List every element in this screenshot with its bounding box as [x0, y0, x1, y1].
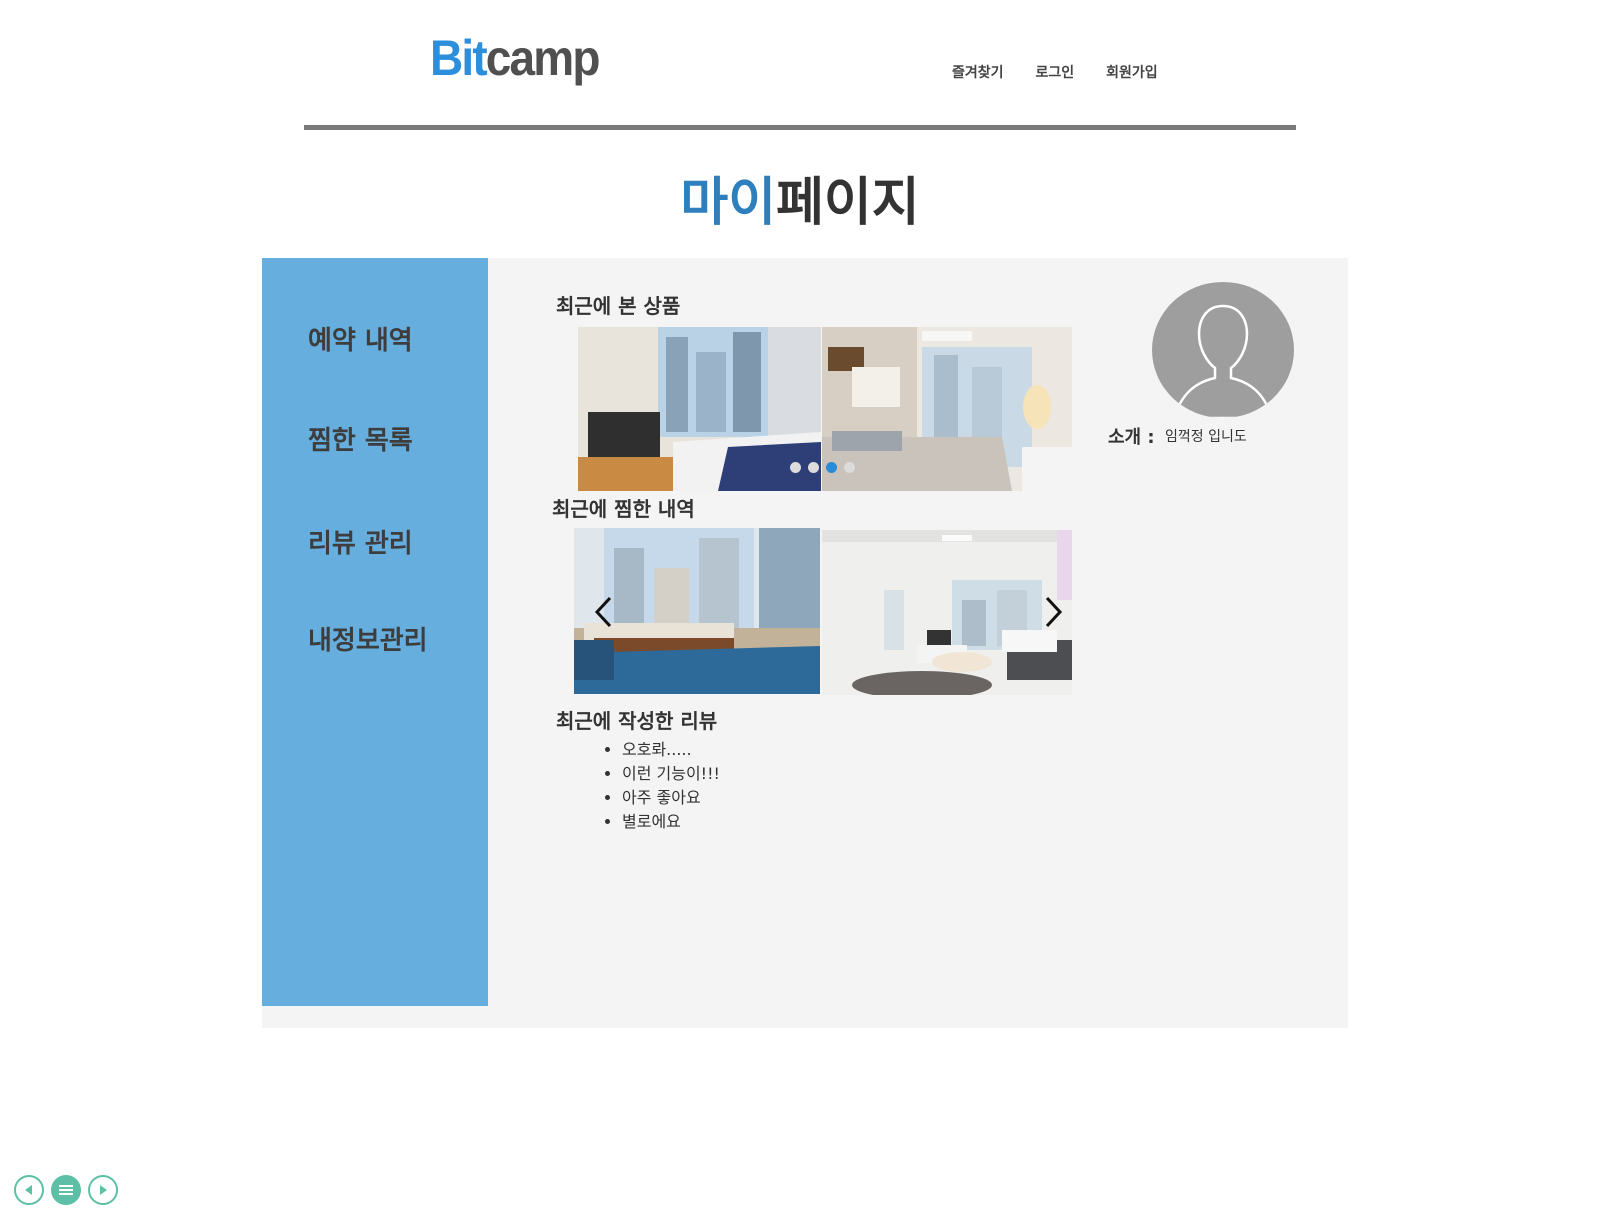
slide-controls — [14, 1175, 125, 1205]
page-title: 마이페이지 — [0, 168, 1600, 238]
chevron-right-icon[interactable] — [1041, 595, 1065, 629]
carousel-indicators — [790, 462, 862, 473]
section-title-recent-reviews: 최근에 작성한 리뷰 — [556, 709, 718, 733]
review-item[interactable]: 별로에요 — [622, 810, 720, 834]
nav-login-link[interactable]: 로그인 — [1036, 62, 1075, 82]
site-logo[interactable]: Bitcamp — [430, 28, 601, 88]
menu-circle-icon[interactable] — [51, 1175, 81, 1205]
nav-favorites-link[interactable]: 즐겨찾기 — [952, 62, 1004, 82]
intro-value: 임꺽정 입니도 — [1165, 429, 1247, 445]
logo-bit: Bit — [430, 30, 488, 86]
page-title-accent: 마이 — [680, 173, 777, 233]
review-list: 오호롸..... 이런 기능이!!! 아주 좋아요 별로에요 — [600, 738, 720, 834]
review-item[interactable]: 오호롸..... — [622, 738, 720, 762]
intro-label: 소개 : — [1108, 427, 1155, 448]
review-item[interactable]: 이런 기능이!!! — [622, 762, 720, 786]
carousel-dot-1[interactable] — [790, 462, 801, 473]
header-divider — [304, 125, 1296, 130]
wishlist-image-2[interactable] — [822, 530, 1072, 695]
chevron-left-icon[interactable] — [592, 595, 616, 629]
review-item[interactable]: 아주 좋아요 — [622, 786, 720, 810]
sidebar-item-reviews[interactable]: 리뷰 관리 — [308, 523, 413, 560]
sidebar-item-my-info[interactable]: 내정보관리 — [308, 620, 428, 657]
prev-circle-icon[interactable] — [14, 1175, 44, 1205]
next-circle-icon[interactable] — [88, 1175, 118, 1205]
user-silhouette-icon — [1172, 304, 1274, 418]
section-title-recent-viewed: 최근에 본 상품 — [556, 294, 681, 318]
top-nav: 즐겨찾기 로그인 회원가입 — [952, 62, 1190, 82]
page-title-rest: 페이지 — [776, 173, 920, 233]
sidebar: 예약 내역 찜한 목록 리뷰 관리 내정보관리 — [262, 258, 488, 1006]
nav-signup-link[interactable]: 회원가입 — [1106, 62, 1158, 82]
carousel-dot-4[interactable] — [844, 462, 855, 473]
section-title-recent-wishlist: 최근에 찜한 내역 — [552, 497, 695, 521]
sidebar-item-wishlist[interactable]: 찜한 목록 — [308, 420, 413, 457]
recent-product-image-1[interactable] — [578, 327, 821, 491]
carousel-dot-2[interactable] — [808, 462, 819, 473]
logo-camp: camp — [485, 30, 601, 86]
sidebar-item-reservations[interactable]: 예약 내역 — [308, 320, 413, 357]
avatar[interactable] — [1152, 282, 1294, 418]
carousel-dot-3[interactable] — [826, 462, 837, 473]
